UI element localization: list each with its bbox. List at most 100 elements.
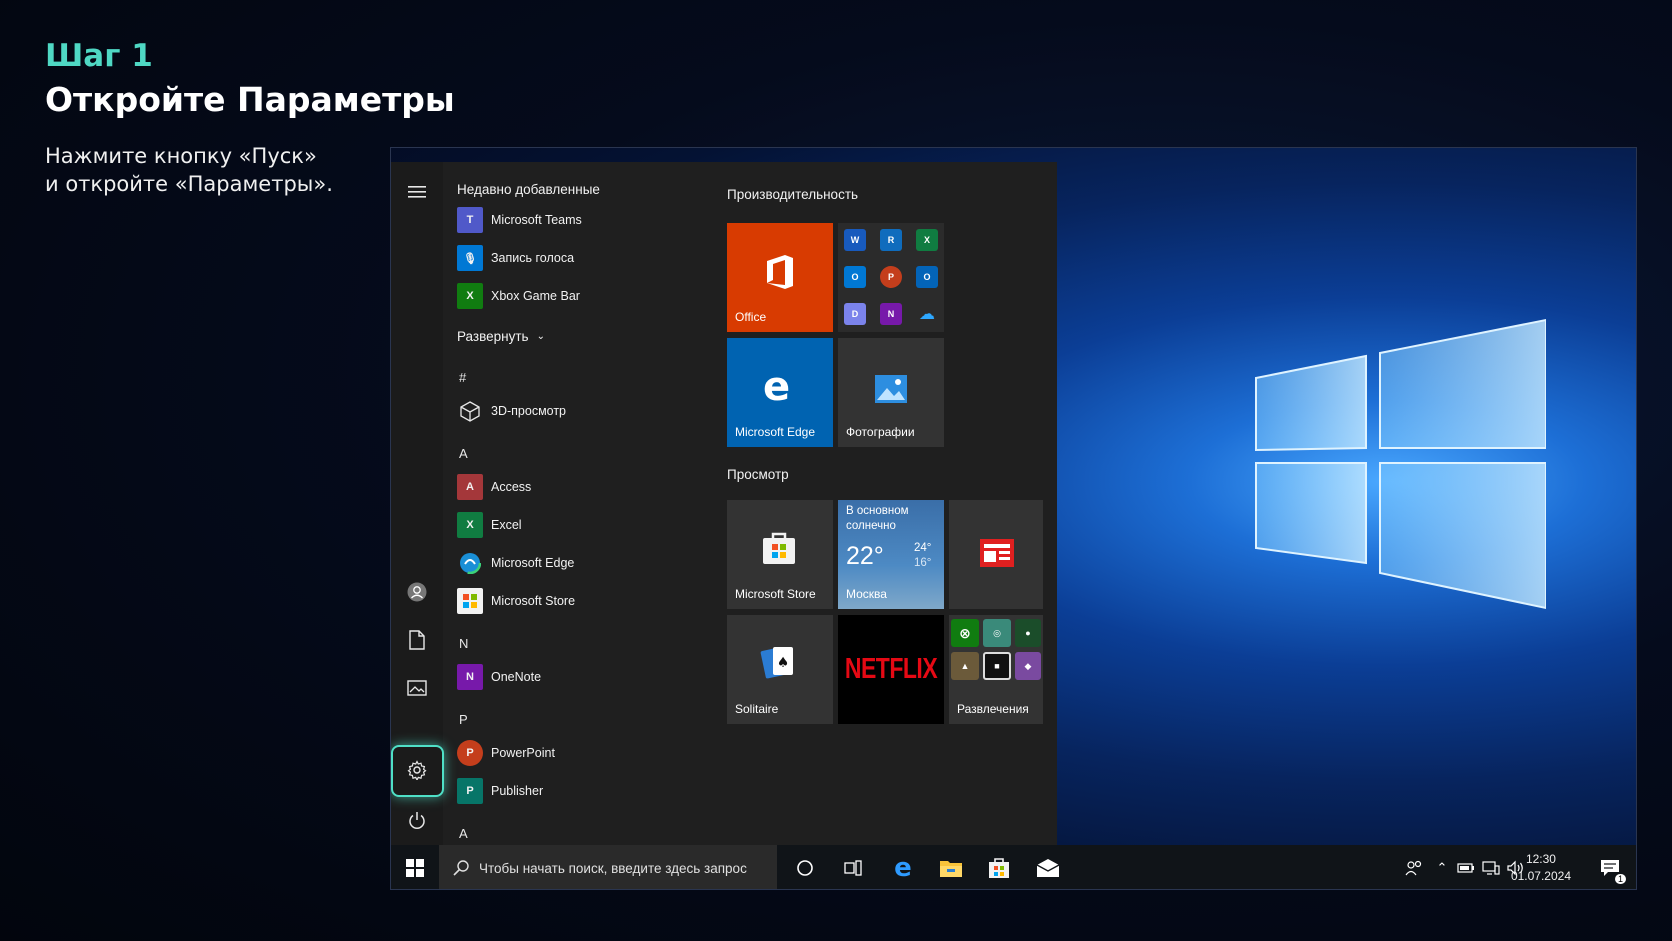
remote-icon: R bbox=[880, 229, 902, 251]
app-item-excel[interactable]: X Excel bbox=[457, 510, 522, 540]
documents-icon[interactable] bbox=[405, 628, 429, 652]
tile-office-apps-folder[interactable]: W R X O P O D N ☁ bbox=[838, 223, 944, 332]
notification-count-badge: 1 bbox=[1614, 874, 1626, 884]
tile-label: Microsoft Store bbox=[735, 587, 816, 601]
app-item-xbox-game-bar[interactable]: X Xbox Game Bar bbox=[457, 281, 580, 311]
game-icon: ▲ bbox=[951, 652, 979, 680]
game-icon: ◎ bbox=[983, 619, 1011, 647]
app-item-3d-viewer[interactable]: 3D-просмотр bbox=[457, 396, 566, 426]
file-explorer-icon[interactable] bbox=[939, 856, 963, 880]
windows-logo-wallpaper bbox=[1255, 318, 1546, 610]
tile-netflix[interactable]: NETFLIX bbox=[838, 615, 944, 724]
tile-microsoft-store[interactable]: Microsoft Store bbox=[727, 500, 833, 609]
step-description-line-1: Нажмите кнопку «Пуск» bbox=[45, 144, 317, 168]
xbox-icon: ⊗ bbox=[951, 619, 979, 647]
tile-label: Развлечения bbox=[957, 702, 1029, 716]
letter-header-a-cyrillic[interactable]: А bbox=[459, 826, 468, 841]
powerpoint-icon: P bbox=[880, 266, 902, 288]
user-avatar-icon[interactable] bbox=[405, 580, 429, 604]
store-bag-icon bbox=[457, 588, 483, 614]
taskbar-clock[interactable]: 12:30 01.07.2024 bbox=[1511, 851, 1571, 885]
cortana-icon[interactable] bbox=[793, 856, 817, 880]
task-view-icon[interactable] bbox=[841, 856, 865, 880]
step-title: Откройте Параметры bbox=[45, 80, 455, 119]
news-icon bbox=[980, 539, 1014, 567]
onenote-icon: N bbox=[457, 664, 483, 690]
publisher-icon: P bbox=[457, 778, 483, 804]
edge-icon bbox=[457, 550, 483, 576]
clock-date: 01.07.2024 bbox=[1510, 869, 1571, 883]
app-label: Microsoft Edge bbox=[491, 556, 575, 570]
letter-header-p[interactable]: P bbox=[459, 712, 468, 727]
step-label: Шаг 1 bbox=[45, 38, 153, 74]
tile-office[interactable]: Office bbox=[727, 223, 833, 332]
tile-microsoft-edge[interactable]: e Microsoft Edge bbox=[727, 338, 833, 447]
pictures-icon[interactable] bbox=[405, 676, 429, 700]
planner-icon: D bbox=[844, 303, 866, 325]
game-icon: ■ bbox=[983, 652, 1011, 680]
powerpoint-icon: P bbox=[457, 740, 483, 766]
search-placeholder: Чтобы начать поиск, введите здесь запрос bbox=[479, 860, 747, 876]
solitaire-cards-icon: ♠ bbox=[760, 647, 793, 679]
notification-center-icon[interactable]: 1 bbox=[1598, 856, 1626, 884]
excel-icon: X bbox=[457, 512, 483, 538]
power-icon[interactable] bbox=[405, 808, 429, 832]
tile-photos[interactable]: Фотографии bbox=[838, 338, 944, 447]
excel-icon: X bbox=[916, 229, 938, 251]
expand-button[interactable]: Развернуть ⌄ bbox=[457, 321, 545, 351]
tile-news[interactable] bbox=[949, 500, 1043, 609]
app-item-powerpoint[interactable]: P PowerPoint bbox=[457, 738, 555, 768]
netflix-logo: NETFLIX bbox=[844, 651, 938, 685]
app-label: OneNote bbox=[491, 670, 542, 684]
app-label: Publisher bbox=[491, 784, 544, 798]
step-description-line-2: и откройте «Параметры». bbox=[45, 172, 333, 196]
people-icon[interactable] bbox=[1402, 856, 1426, 880]
word-icon: W bbox=[844, 229, 866, 251]
app-item-onenote[interactable]: N OneNote bbox=[457, 662, 541, 692]
tile-label: Microsoft Edge bbox=[735, 425, 816, 439]
game-icon: ◆ bbox=[1015, 652, 1041, 680]
weather-condition-line-1: В основном bbox=[846, 505, 909, 517]
battery-icon[interactable] bbox=[1454, 856, 1478, 880]
svg-text:♠: ♠ bbox=[777, 655, 790, 671]
chevron-down-icon: ⌄ bbox=[536, 330, 545, 342]
office-logo-icon bbox=[767, 255, 793, 289]
app-item-microsoft-teams[interactable]: T Microsoft Teams bbox=[457, 205, 582, 235]
taskbar-search-box[interactable]: Чтобы начать поиск, введите здесь запрос bbox=[439, 845, 777, 889]
tile-label: Фотографии bbox=[846, 425, 915, 439]
app-label: Excel bbox=[491, 518, 522, 532]
letter-header-hash[interactable]: # bbox=[459, 370, 466, 385]
app-item-microsoft-edge[interactable]: Microsoft Edge bbox=[457, 548, 574, 578]
step-description: Нажмите кнопку «Пуск» и откройте «Параме… bbox=[45, 142, 405, 198]
letter-header-n[interactable]: N bbox=[459, 636, 468, 651]
app-list: Недавно добавленные T Microsoft Teams 🎙 … bbox=[457, 162, 707, 845]
onenote-icon: N bbox=[880, 303, 902, 325]
chevron-up-icon[interactable]: ⌃ bbox=[1430, 856, 1454, 880]
group-browse: Просмотр bbox=[727, 467, 789, 482]
group-productivity: Производительность bbox=[727, 187, 859, 202]
tile-entertainment-folder[interactable]: ⊗ ◎ ● ▲ ■ ◆ Развлечения bbox=[949, 615, 1043, 724]
photos-icon bbox=[875, 375, 907, 403]
store-bag-icon[interactable] bbox=[987, 856, 1011, 880]
weather-temperature: 22° bbox=[846, 542, 884, 570]
app-item-voice-recorder[interactable]: 🎙 Запись голоса bbox=[457, 243, 574, 273]
app-label: Microsoft Store bbox=[491, 594, 576, 608]
network-icon[interactable] bbox=[1479, 856, 1503, 880]
app-item-publisher[interactable]: P Publisher bbox=[457, 776, 543, 806]
mail-icon[interactable] bbox=[1036, 856, 1060, 880]
app-label: Microsoft Teams bbox=[491, 213, 582, 227]
app-item-microsoft-store[interactable]: Microsoft Store bbox=[457, 586, 575, 616]
app-label: Xbox Game Bar bbox=[491, 289, 580, 303]
app-label: PowerPoint bbox=[491, 746, 555, 760]
edge-icon[interactable]: e bbox=[891, 853, 915, 883]
weather-low: 16° bbox=[914, 557, 932, 569]
tile-solitaire[interactable]: ♠ Solitaire bbox=[727, 615, 833, 724]
app-label: Access bbox=[491, 480, 532, 494]
app-item-access[interactable]: A Access bbox=[457, 472, 531, 502]
tile-weather[interactable]: В основном солнечно 22° 24° 16° Москва bbox=[838, 500, 944, 609]
windows-start-icon[interactable] bbox=[403, 856, 427, 880]
hamburger-menu-icon[interactable] bbox=[405, 180, 429, 204]
weather-high: 24° bbox=[914, 542, 932, 554]
letter-header-a[interactable]: A bbox=[459, 446, 468, 461]
cube-3d-icon bbox=[457, 398, 483, 424]
